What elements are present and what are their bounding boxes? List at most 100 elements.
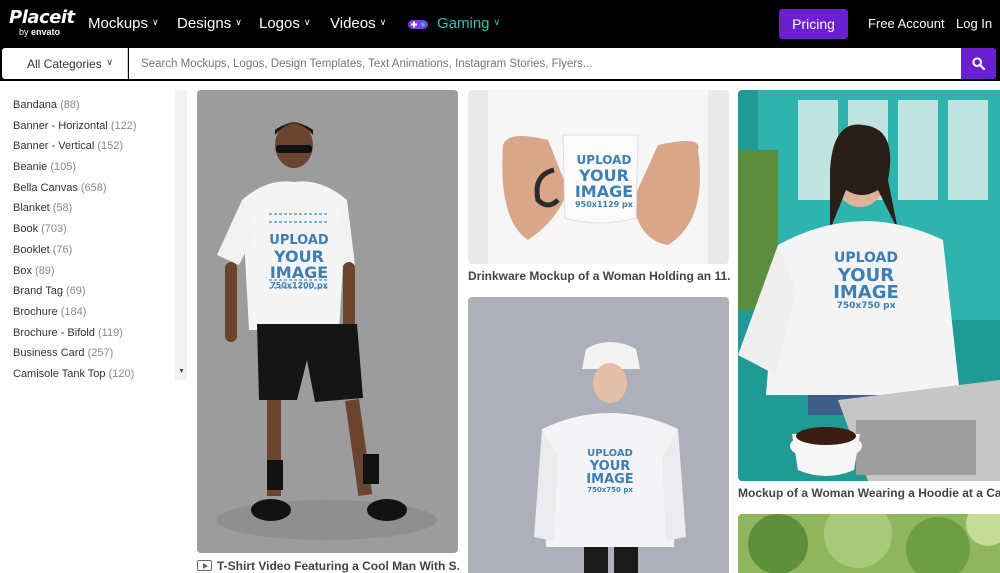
upload-dims: 750x750 px (836, 301, 896, 311)
nav-logos[interactable]: Logos ∨ (259, 15, 310, 32)
category-count: (152) (97, 140, 124, 153)
category-item[interactable]: Brochure - Bifold (119) (13, 327, 137, 348)
category-name: Brochure (13, 305, 58, 318)
placeit-logo[interactable]: Placeit by envato (9, 7, 75, 39)
tshirt-man-image (197, 90, 458, 553)
upload-line-3: IMAGE (586, 472, 634, 487)
logo-wordmark: Placeit (9, 7, 75, 28)
category-name: Bandana (13, 99, 58, 111)
category-item[interactable]: Bella Canvas (658) (13, 182, 137, 203)
video-play-icon (197, 560, 212, 571)
scroll-down-arrow-icon[interactable]: ▼ (178, 368, 185, 375)
category-name: Box (13, 264, 32, 277)
upload-your-image-label: UPLOAD YOUR IMAGE 750x1200 px (267, 233, 331, 291)
category-name: Camisole Tank Top (13, 367, 106, 380)
category-item[interactable]: Blanket (58) (13, 202, 137, 223)
category-item[interactable]: Beanie (105) (13, 161, 137, 182)
category-count: (119) (98, 326, 123, 339)
category-count: (105) (50, 161, 77, 174)
chevron-down-icon: ∨ (152, 17, 159, 27)
outdoor-mockup-thumbnail[interactable] (738, 514, 1000, 573)
chevron-down-icon: ∨ (235, 17, 242, 27)
category-item[interactable]: Book (703) (13, 223, 137, 244)
chevron-down-icon: ∨ (493, 17, 501, 27)
free-account-link[interactable]: Free Account (868, 16, 945, 31)
mug-mockup-thumbnail[interactable]: UPLOAD YOUR IMAGE 950x1129 px (468, 90, 729, 264)
tile-caption[interactable]: T-Shirt Video Featuring a Cool Man With … (197, 559, 459, 573)
category-name: Bella Canvas (13, 181, 78, 194)
hoodie-girl-image (468, 297, 729, 573)
category-name: Business Card (13, 347, 85, 360)
category-item[interactable]: Booklet (76) (13, 244, 137, 265)
chevron-down-icon: ∨ (379, 17, 387, 27)
cafe-hoodie-thumbnail[interactable]: UPLOAD YOUR IMAGE 750x750 px (738, 90, 1000, 481)
category-item[interactable]: Business Card (257) (13, 347, 137, 368)
nav-mockups[interactable]: Mockups ∨ (88, 15, 159, 32)
upload-your-image-label: UPLOAD YOUR IMAGE 750x750 px (580, 447, 640, 495)
nav-logos-label: Logos (259, 15, 300, 32)
hoodie-girl-thumbnail[interactable]: UPLOAD YOUR IMAGE 750x750 px (468, 297, 729, 573)
category-list: Bandana (88) Banner - Horizontal (122) B… (13, 99, 137, 382)
category-count: (89) (35, 264, 55, 277)
login-link[interactable]: Log In (956, 16, 992, 31)
search-bar: All Categories ∨ (0, 48, 1000, 81)
upload-dims: 750x750 px (587, 486, 633, 494)
category-item[interactable]: Banner - Vertical (152) (13, 140, 137, 161)
category-name: Banner - Horizontal (13, 119, 108, 132)
nav-videos-label: Videos (330, 15, 376, 32)
tile-caption-text: T-Shirt Video Featuring a Cool Man With … (217, 559, 459, 573)
category-item[interactable]: Box (89) (13, 265, 137, 286)
category-count: (69) (66, 285, 86, 298)
chevron-down-icon: ∨ (106, 57, 113, 67)
category-select-value: All Categories (27, 56, 102, 71)
tile-caption[interactable]: Drinkware Mockup of a Woman Holding an 1… (468, 269, 730, 283)
top-nav: Placeit by envato Mockups ∨ Designs ∨ Lo… (0, 0, 1000, 48)
gamepad-icon (408, 19, 428, 29)
upload-line-3: IMAGE (833, 282, 899, 303)
logo-sub-brand: envato (31, 27, 61, 37)
upload-line-3: IMAGE (269, 263, 329, 282)
logo-sub-prefix: by (19, 27, 29, 37)
category-select[interactable]: All Categories ∨ (2, 48, 128, 79)
pricing-button[interactable]: Pricing (779, 9, 848, 39)
category-name: Brochure - Bifold (13, 326, 95, 339)
upload-line-3: IMAGE (574, 182, 634, 201)
nav-designs[interactable]: Designs ∨ (177, 15, 242, 32)
search-input[interactable] (129, 48, 961, 79)
category-item[interactable]: Brochure (184) (13, 306, 137, 327)
category-count: (658) (80, 181, 107, 194)
upload-dims: 750x1200 px (270, 281, 328, 290)
category-count: (184) (60, 305, 87, 318)
tshirt-video-thumbnail[interactable]: UPLOAD YOUR IMAGE 750x1200 px (197, 90, 458, 553)
search-icon (972, 57, 985, 70)
sidebar-scrollbar[interactable] (175, 90, 187, 380)
category-count: (120) (108, 367, 135, 380)
nav-designs-label: Designs (177, 15, 232, 32)
category-count: (257) (87, 347, 114, 360)
category-name: Book (13, 223, 39, 236)
category-count: (76) (52, 243, 73, 256)
tile-caption[interactable]: Mockup of a Woman Wearing a Hoodie at a … (738, 486, 1000, 500)
nav-gaming[interactable]: Gaming ∨ (407, 15, 500, 32)
search-button[interactable] (961, 48, 996, 79)
chevron-down-icon: ∨ (303, 17, 311, 27)
category-item[interactable]: Bandana (88) (13, 99, 137, 120)
category-name: Banner - Vertical (13, 140, 95, 153)
category-item[interactable]: Banner - Horizontal (122) (13, 120, 137, 141)
nav-gaming-label: Gaming (437, 15, 490, 32)
category-name: Beanie (13, 161, 48, 174)
nav-videos[interactable]: Videos ∨ (330, 15, 386, 32)
upload-your-image-label: UPLOAD YOUR IMAGE 750x750 px (830, 250, 902, 312)
category-count: (703) (41, 223, 67, 236)
logo-subtext: by envato (19, 27, 73, 38)
category-item[interactable]: Brand Tag (69) (13, 285, 137, 306)
category-item[interactable]: Camisole Tank Top (120) (13, 368, 137, 382)
outdoor-trees-image (738, 514, 1000, 573)
upload-dims: 950x1129 px (575, 200, 633, 209)
category-count: (88) (60, 99, 80, 111)
category-count: (122) (110, 119, 137, 132)
category-name: Brand Tag (13, 285, 63, 298)
category-name: Booklet (13, 243, 50, 256)
upload-your-image-label: UPLOAD YOUR IMAGE 950x1129 px (571, 152, 637, 210)
category-name: Blanket (13, 202, 50, 215)
